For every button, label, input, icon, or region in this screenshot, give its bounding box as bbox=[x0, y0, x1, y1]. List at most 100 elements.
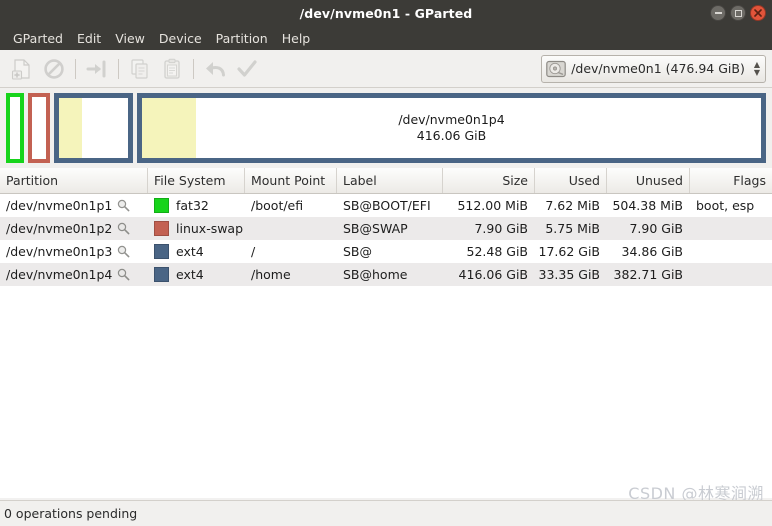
gparted-window: /dev/nvme0n1 - GParted GParted Edit View… bbox=[0, 0, 772, 526]
menu-item-partition[interactable]: Partition bbox=[209, 28, 275, 49]
delete-partition-button[interactable] bbox=[38, 54, 70, 84]
filesystem-color-swatch bbox=[154, 198, 169, 213]
cell-size: 7.90 GiB bbox=[474, 221, 528, 236]
cell-partition: /dev/nvme0n1p1 bbox=[0, 194, 148, 217]
device-selector[interactable]: /dev/nvme0n1 (476.94 GiB) ▲ ▼ bbox=[541, 54, 766, 83]
new-partition-button[interactable] bbox=[6, 54, 38, 84]
table-row[interactable]: /dev/nvme0n1p3 ext4 / SB@ 52.48 GiB 17.6… bbox=[0, 240, 772, 263]
used-space-area bbox=[59, 98, 82, 158]
table-row[interactable]: /dev/nvme0n1p2 linux-swap SB@SWAP 7.90 G… bbox=[0, 217, 772, 240]
minimize-icon bbox=[714, 12, 722, 14]
cell-label: SB@ bbox=[343, 244, 373, 259]
cell-flags bbox=[690, 217, 772, 240]
statusbar: 0 operations pending bbox=[0, 500, 772, 526]
undo-button[interactable] bbox=[199, 54, 231, 84]
partition-table: Partition File System Mount Point Label … bbox=[0, 168, 772, 498]
cell-unused: 7.90 GiB bbox=[629, 221, 683, 236]
copy-button[interactable] bbox=[124, 54, 156, 84]
device-selector-value: /dev/nvme0n1 (476.94 GiB) bbox=[571, 61, 745, 76]
window-controls bbox=[710, 0, 766, 26]
spinner-arrows-icon[interactable]: ▲ ▼ bbox=[753, 59, 760, 77]
filesystem-name: ext4 bbox=[176, 267, 204, 282]
column-header-unused[interactable]: Unused bbox=[607, 168, 690, 193]
filesystem-color-swatch bbox=[154, 221, 169, 236]
column-header-size[interactable]: Size bbox=[443, 168, 535, 193]
cell-mountpoint bbox=[245, 217, 337, 240]
paste-icon bbox=[164, 58, 180, 79]
partition-name: /dev/nvme0n1p1 bbox=[6, 198, 113, 213]
toolbar-separator bbox=[118, 58, 119, 79]
cell-label: SB@BOOT/EFI bbox=[343, 198, 431, 213]
resize-move-button[interactable] bbox=[81, 54, 113, 84]
copy-icon bbox=[131, 58, 148, 79]
chevron-up-icon: ▲ bbox=[753, 59, 760, 69]
magnifier-icon[interactable] bbox=[117, 222, 130, 235]
magnifier-icon[interactable] bbox=[117, 268, 130, 281]
maximize-button[interactable] bbox=[730, 5, 746, 21]
toolbar: /dev/nvme0n1 (476.94 GiB) ▲ ▼ bbox=[0, 50, 772, 88]
menu-item-device[interactable]: Device bbox=[152, 28, 209, 49]
undo-icon bbox=[206, 61, 225, 76]
new-partition-icon bbox=[11, 58, 30, 80]
cell-unused: 504.38 MiB bbox=[612, 198, 683, 213]
cell-filesystem: fat32 bbox=[148, 194, 245, 217]
cell-label: SB@home bbox=[343, 267, 408, 282]
magnifier-icon[interactable] bbox=[117, 245, 130, 258]
cell-mountpoint: /boot/efi bbox=[251, 198, 304, 213]
disk-graphic-partition-p4[interactable]: /dev/nvme0n1p4 416.06 GiB bbox=[137, 93, 766, 163]
cell-size: 512.00 MiB bbox=[457, 198, 528, 213]
disk-graphic-partition-p1[interactable] bbox=[6, 93, 24, 163]
filesystem-color-swatch bbox=[154, 244, 169, 259]
magnifier-icon[interactable] bbox=[117, 199, 130, 212]
column-header-mountpoint[interactable]: Mount Point bbox=[245, 168, 337, 193]
cell-flags bbox=[690, 263, 772, 286]
column-header-filesystem[interactable]: File System bbox=[148, 168, 245, 193]
close-button[interactable] bbox=[750, 5, 766, 21]
used-space-area bbox=[142, 98, 196, 158]
cell-used: 5.75 MiB bbox=[545, 221, 600, 236]
menubar: GParted Edit View Device Partition Help bbox=[0, 26, 772, 50]
close-icon bbox=[754, 9, 762, 17]
filesystem-color-swatch bbox=[154, 267, 169, 282]
resize-move-icon bbox=[86, 60, 106, 77]
minimize-button[interactable] bbox=[710, 5, 726, 21]
menu-item-edit[interactable]: Edit bbox=[70, 28, 108, 49]
column-header-flags[interactable]: Flags bbox=[690, 168, 772, 193]
menu-item-help[interactable]: Help bbox=[275, 28, 318, 49]
table-row[interactable]: /dev/nvme0n1p4 ext4 /home SB@home 416.06… bbox=[0, 263, 772, 286]
table-row[interactable]: /dev/nvme0n1p1 fat32 /boot/efi SB@BOOT/E… bbox=[0, 194, 772, 217]
delete-partition-icon bbox=[44, 58, 64, 79]
apply-button[interactable] bbox=[231, 54, 263, 84]
menu-item-view[interactable]: View bbox=[108, 28, 152, 49]
disk-graphic-partition-p3[interactable] bbox=[54, 93, 133, 163]
maximize-icon bbox=[734, 9, 742, 17]
status-text: 0 operations pending bbox=[4, 506, 138, 521]
toolbar-separator bbox=[193, 58, 194, 79]
chevron-down-icon: ▼ bbox=[753, 67, 760, 77]
column-header-label[interactable]: Label bbox=[337, 168, 443, 193]
cell-mountpoint: /home bbox=[251, 267, 291, 282]
paste-button[interactable] bbox=[156, 54, 188, 84]
partition-name: /dev/nvme0n1p3 bbox=[6, 244, 113, 259]
menu-item-gparted[interactable]: GParted bbox=[6, 28, 70, 49]
window-titlebar: /dev/nvme0n1 - GParted bbox=[0, 0, 772, 26]
cell-size: 416.06 GiB bbox=[458, 267, 528, 282]
column-header-partition[interactable]: Partition bbox=[0, 168, 148, 193]
cell-unused: 382.71 GiB bbox=[613, 267, 683, 282]
disk-graphic-partition-p2[interactable] bbox=[28, 93, 50, 163]
cell-filesystem: ext4 bbox=[148, 263, 245, 286]
free-space-area bbox=[32, 97, 46, 159]
cell-partition: /dev/nvme0n1p4 bbox=[0, 263, 148, 286]
free-space-area bbox=[10, 97, 20, 159]
cell-size: 52.48 GiB bbox=[466, 244, 529, 259]
free-space-area bbox=[81, 98, 128, 158]
partition-name: /dev/nvme0n1p4 bbox=[6, 267, 113, 282]
cell-used: 7.62 MiB bbox=[545, 198, 600, 213]
cell-flags: boot, esp bbox=[696, 198, 755, 213]
column-header-used[interactable]: Used bbox=[535, 168, 607, 193]
cell-flags bbox=[690, 240, 772, 263]
cell-filesystem: linux-swap bbox=[148, 217, 245, 240]
cell-partition: /dev/nvme0n1p3 bbox=[0, 240, 148, 263]
cell-filesystem: ext4 bbox=[148, 240, 245, 263]
harddisk-icon bbox=[546, 60, 567, 77]
